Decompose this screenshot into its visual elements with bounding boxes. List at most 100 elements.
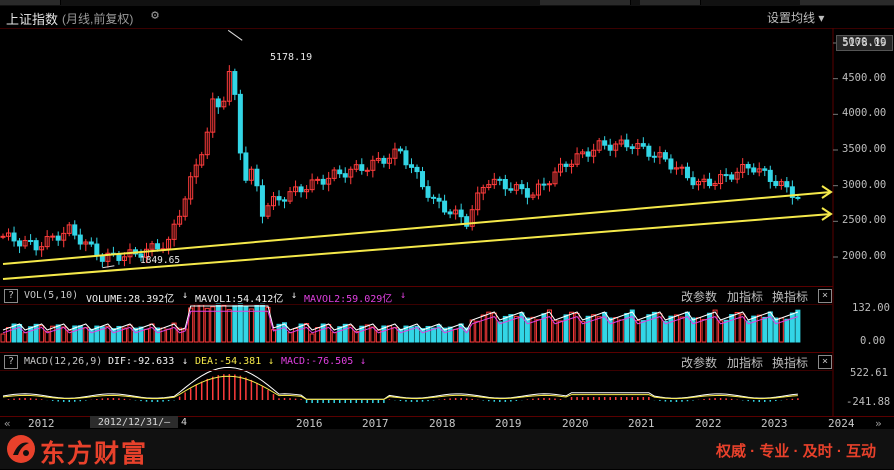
volume-bar bbox=[558, 320, 564, 343]
volume-bar bbox=[475, 320, 481, 343]
candle-body bbox=[602, 140, 608, 146]
candle-body bbox=[646, 145, 652, 157]
volume-bar bbox=[497, 321, 503, 343]
volume-bar bbox=[640, 320, 646, 343]
dif-line bbox=[2, 366, 798, 400]
candle-body bbox=[215, 98, 221, 108]
candle-body bbox=[337, 169, 343, 175]
vol-change-params-button[interactable]: 改参数 bbox=[681, 288, 717, 305]
volume-bar bbox=[569, 311, 575, 343]
candle-body bbox=[94, 243, 100, 257]
arrow-down-icon: ↓ bbox=[291, 290, 298, 301]
arrow-down-icon: ↓ bbox=[268, 356, 275, 367]
candle-body bbox=[546, 183, 552, 186]
candle-body bbox=[773, 180, 779, 186]
volume-bar bbox=[585, 315, 591, 343]
price-axis-label: 3500.00 bbox=[842, 143, 887, 155]
volume-bar bbox=[226, 309, 232, 343]
volume-bar bbox=[580, 321, 586, 343]
candle-body bbox=[232, 71, 238, 95]
trendlines bbox=[2, 185, 833, 280]
high-price-label: 5178.19 bbox=[270, 52, 313, 63]
volume-bar bbox=[193, 303, 199, 343]
macd-switch-indicator-button[interactable]: 换指标 bbox=[772, 354, 808, 371]
volume-bar bbox=[287, 332, 293, 343]
candle-body bbox=[541, 183, 547, 186]
volume-bar bbox=[618, 319, 624, 343]
candle-body bbox=[745, 164, 751, 169]
vol-close-icon[interactable]: × bbox=[818, 289, 832, 303]
volume-bar bbox=[331, 332, 337, 343]
volume-bar bbox=[646, 314, 652, 343]
candle-body bbox=[276, 196, 282, 201]
macd-dif-value: DIF:-92.633 bbox=[108, 356, 175, 367]
volume-bar bbox=[304, 323, 310, 343]
candle-body bbox=[458, 209, 464, 218]
candle-body bbox=[414, 166, 420, 173]
volume-bar bbox=[309, 333, 315, 343]
volume-bar bbox=[110, 328, 116, 343]
top-strip-segment bbox=[800, 0, 894, 5]
candle-body bbox=[651, 155, 657, 158]
macd-add-indicator-button[interactable]: 加指标 bbox=[727, 354, 763, 371]
vol-axis-top: 132.00 bbox=[852, 302, 890, 314]
volume-bar bbox=[199, 304, 205, 343]
volume-bar bbox=[502, 315, 508, 343]
candle-body bbox=[50, 235, 56, 238]
candle-body bbox=[497, 178, 503, 181]
macd-close-icon[interactable]: × bbox=[818, 355, 832, 369]
volume-bar bbox=[315, 327, 321, 343]
brand-logo-icon bbox=[7, 435, 35, 463]
candle-body bbox=[447, 211, 453, 215]
period-subtitle: (月线,前复权) bbox=[62, 12, 134, 26]
volume-bar bbox=[662, 320, 668, 343]
volume-bar bbox=[6, 327, 12, 343]
volume-bar bbox=[166, 328, 172, 343]
candle-body bbox=[640, 143, 646, 147]
vol-indicator-name[interactable]: VOL(5,10) bbox=[24, 290, 78, 301]
volume-bar bbox=[458, 323, 464, 343]
volume-bar bbox=[270, 329, 276, 343]
top-strip-segment bbox=[640, 0, 701, 5]
brand-slogan: 权威 · 专业 · 及时 · 互动 bbox=[716, 443, 876, 460]
macd-change-params-button[interactable]: 改参数 bbox=[681, 354, 717, 371]
volume-bar bbox=[751, 315, 757, 343]
trendline-upper bbox=[2, 191, 832, 265]
macd-lines bbox=[2, 366, 798, 400]
volume-bars bbox=[0, 303, 801, 343]
volume-bar bbox=[679, 316, 685, 343]
volume-bar bbox=[392, 327, 398, 343]
volume-bar bbox=[673, 314, 679, 343]
candle-body bbox=[723, 174, 729, 177]
volume-bar bbox=[0, 333, 6, 343]
vol-switch-indicator-button[interactable]: 换指标 bbox=[772, 288, 808, 305]
price-axis-label: 2500.00 bbox=[842, 214, 887, 227]
price-axis-label: 3000.00 bbox=[842, 178, 887, 191]
vol-help-button[interactable]: ? bbox=[4, 289, 18, 303]
volume-bar bbox=[22, 332, 28, 343]
volume-bar bbox=[795, 309, 801, 343]
volume-bar bbox=[210, 306, 216, 343]
macd-indicator-name[interactable]: MACD(12,26,9) bbox=[24, 356, 102, 367]
candle-body bbox=[408, 164, 414, 168]
arrow-down-icon: ↓ bbox=[182, 356, 189, 367]
candle-body bbox=[381, 157, 387, 164]
candle-body bbox=[0, 235, 6, 238]
candle-body bbox=[662, 152, 668, 160]
gear-icon[interactable]: ⚙ bbox=[148, 9, 162, 23]
candle-body bbox=[88, 241, 94, 245]
candles bbox=[0, 29, 801, 269]
candle-body bbox=[436, 197, 442, 202]
candle-body bbox=[690, 177, 696, 186]
volume-bar bbox=[729, 314, 735, 343]
volume-bar bbox=[789, 312, 795, 343]
volume-bar bbox=[453, 328, 459, 343]
volume-bar bbox=[784, 318, 790, 343]
candle-body bbox=[259, 185, 265, 217]
volume-bar bbox=[596, 316, 602, 343]
volume-bar bbox=[254, 304, 260, 343]
candle-body bbox=[315, 178, 321, 181]
macd-help-button[interactable]: ? bbox=[4, 355, 18, 369]
set-ma-button[interactable]: 设置均线 ▾ bbox=[767, 9, 824, 26]
vol-add-indicator-button[interactable]: 加指标 bbox=[727, 288, 763, 305]
